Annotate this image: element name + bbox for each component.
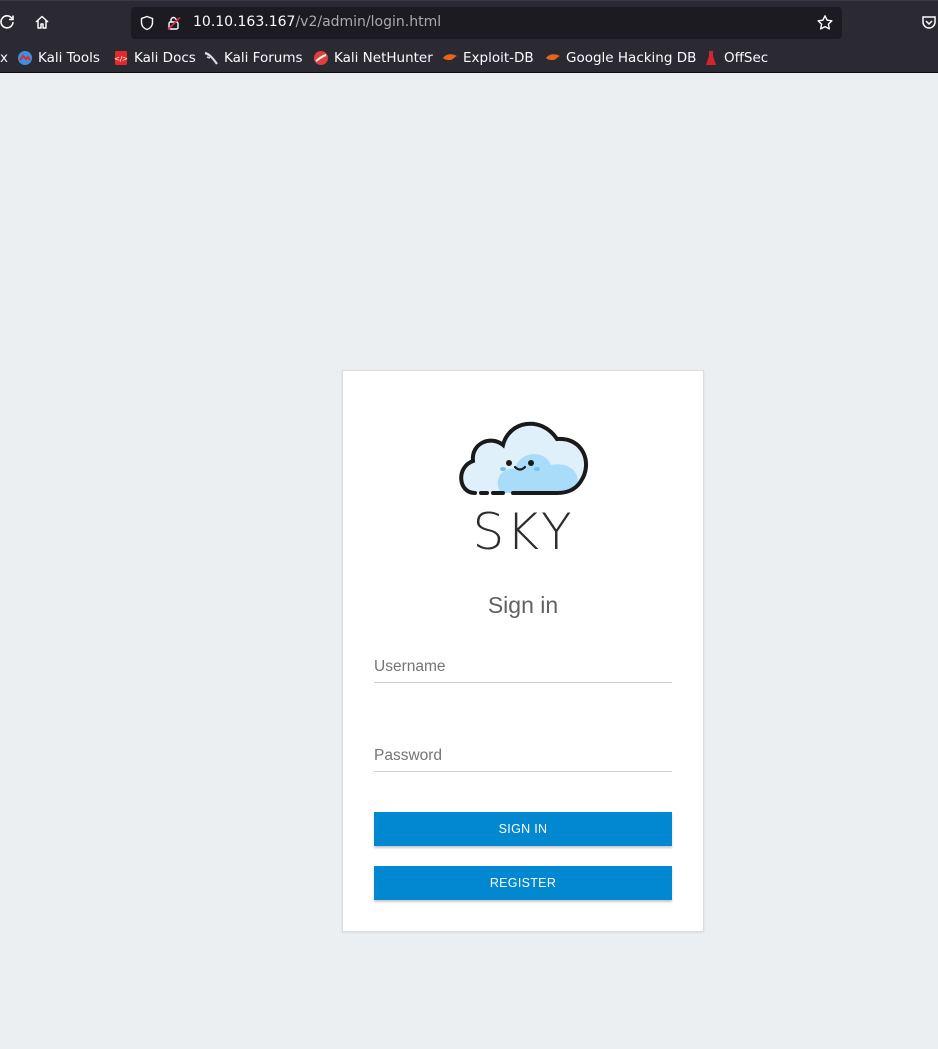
- bookmark-google-hacking-db[interactable]: Google Hacking DB: [545, 49, 696, 67]
- pocket-icon[interactable]: [919, 12, 938, 32]
- bookmark-label: Kali Docs: [134, 50, 196, 66]
- browser-toolbar: 10.10.163.167/v2/admin/login.html: [0, 0, 938, 44]
- bookmark-kali-forums[interactable]: Kali Forums: [203, 49, 303, 67]
- bookmark-label: Kali NetHunter: [334, 50, 433, 66]
- bookmark-kali-docs[interactable]: </> Kali Docs: [113, 49, 196, 67]
- bookmark-exploit-db[interactable]: Exploit-DB: [442, 49, 534, 67]
- register-button[interactable]: REGISTER: [374, 866, 672, 900]
- url-host: 10.10.163.167: [193, 14, 296, 30]
- kali-tools-icon: [17, 50, 33, 66]
- bookmark-overflow-fragment[interactable]: x: [0, 49, 8, 67]
- offsec-icon: [703, 50, 719, 66]
- url-text[interactable]: 10.10.163.167/v2/admin/login.html: [193, 14, 441, 30]
- svg-text:</>: </>: [114, 55, 128, 63]
- home-icon[interactable]: [32, 12, 52, 32]
- password-field: [374, 741, 672, 772]
- ghdb-icon: [545, 50, 561, 66]
- bookmark-label: OffSec: [724, 50, 769, 66]
- bookmark-label: Kali Forums: [224, 50, 303, 66]
- bookmark-label: Exploit-DB: [463, 50, 534, 66]
- kali-forums-icon: [203, 50, 219, 66]
- login-card: SKY Sign in SIGN IN REGISTER: [342, 370, 704, 932]
- bookmark-star-icon[interactable]: [815, 13, 835, 33]
- shield-icon[interactable]: [137, 13, 157, 33]
- brand-wordmark: SKY: [472, 503, 574, 561]
- bookmarks-toolbar: x Kali Tools </> Kali Docs Kali Forums K…: [0, 44, 938, 73]
- sky-cloud-logo: [459, 421, 588, 495]
- kali-nethunter-icon: [313, 50, 329, 66]
- url-bar[interactable]: 10.10.163.167/v2/admin/login.html: [131, 7, 842, 39]
- bookmark-label: Kali Tools: [38, 50, 100, 66]
- reload-icon[interactable]: [0, 12, 17, 32]
- bookmark-kali-nethunter[interactable]: Kali NetHunter: [313, 49, 433, 67]
- page-title: Sign in: [487, 592, 559, 618]
- exploit-db-icon: [442, 50, 458, 66]
- insecure-lock-icon[interactable]: [164, 13, 184, 33]
- bookmark-kali-tools[interactable]: Kali Tools: [17, 49, 100, 67]
- sign-in-button[interactable]: SIGN IN: [374, 812, 672, 846]
- password-input[interactable]: [374, 741, 672, 771]
- bookmark-label: Google Hacking DB: [566, 50, 697, 66]
- username-input[interactable]: [374, 652, 672, 682]
- url-path: /v2/admin/login.html: [295, 14, 442, 30]
- kali-docs-icon: </>: [113, 50, 129, 66]
- bookmark-offsec[interactable]: OffSec: [703, 49, 768, 67]
- username-field: [374, 652, 672, 683]
